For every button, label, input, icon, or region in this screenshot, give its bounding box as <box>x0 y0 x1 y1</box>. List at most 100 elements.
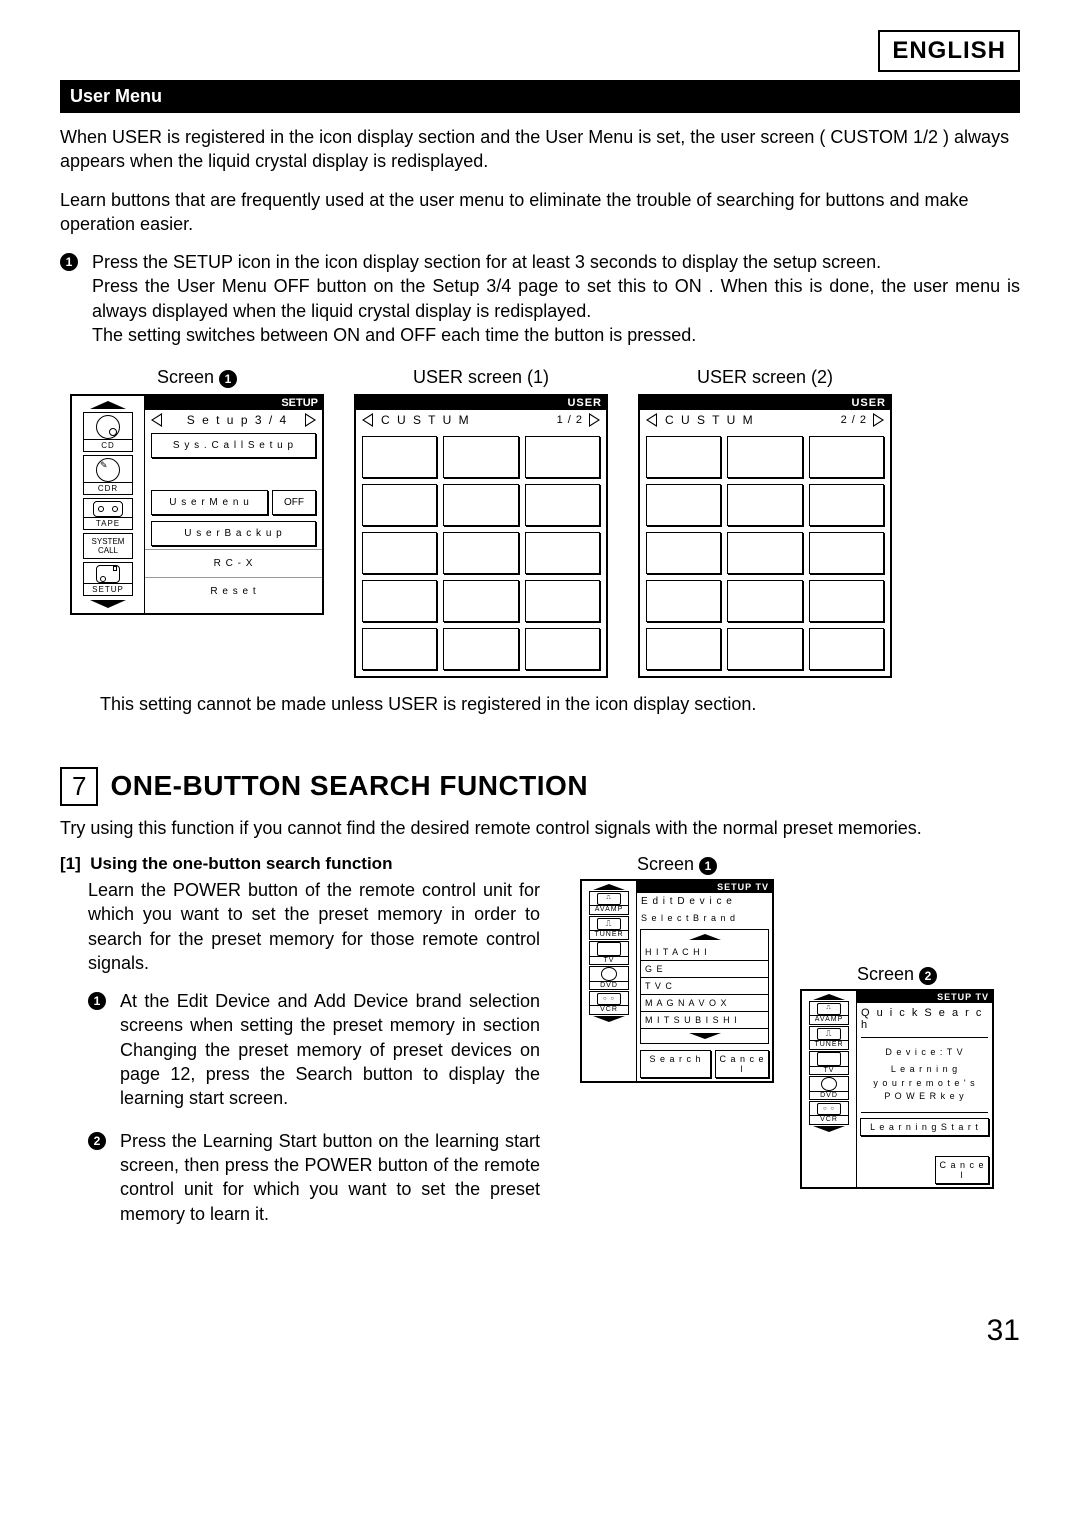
brand-row[interactable]: G E <box>641 961 768 978</box>
section-7-number: 7 <box>60 767 98 806</box>
btn-user-backup[interactable]: U s e r B a c k u p <box>151 521 316 546</box>
edit-device-subtitle: S e l e c t B r a n d <box>637 910 772 926</box>
user-cell[interactable] <box>525 628 600 670</box>
user-cell[interactable] <box>727 580 802 622</box>
scroll-up-icon[interactable] <box>813 994 845 1000</box>
sidebar-item-tuner[interactable]: ⎍TUNER <box>809 1026 849 1050</box>
sidebar-item-tuner[interactable]: ⎍TUNER <box>589 916 629 940</box>
nav-left-icon[interactable] <box>362 413 373 427</box>
user-cell[interactable] <box>727 532 802 574</box>
nav-left-icon[interactable] <box>646 413 657 427</box>
screen1-label: Screen 1 <box>157 367 237 388</box>
scroll-down-icon[interactable] <box>813 1126 845 1132</box>
sidebar-item-tv[interactable]: TV <box>589 941 629 965</box>
sidebar-item-dvd[interactable]: DVD <box>809 1076 849 1100</box>
user-cell[interactable] <box>362 532 437 574</box>
nav-right-icon[interactable] <box>589 413 600 427</box>
row-rcx: R C - X <box>145 549 322 577</box>
sidebar-item-vcr[interactable]: ○ ○VCR <box>589 991 629 1015</box>
user-cell[interactable] <box>362 628 437 670</box>
brand-list: H I T A C H I G E T V C M A G N A V O X … <box>640 929 769 1044</box>
user-cell[interactable] <box>646 580 721 622</box>
user-cell[interactable] <box>362 580 437 622</box>
setup-sidebar: CD ✎ CDR TAPE SYSTEM CALL <box>72 396 145 613</box>
user-cell[interactable] <box>525 580 600 622</box>
sidebar-item-dvd[interactable]: DVD <box>589 966 629 990</box>
btn-cancel[interactable]: C a n c e l <box>715 1050 769 1078</box>
btn-search[interactable]: S e a r c h <box>640 1050 711 1078</box>
lcd-user-2: USER C U S T U M 2 / 2 <box>638 394 892 678</box>
user-cell[interactable] <box>525 436 600 478</box>
user-cell[interactable] <box>809 580 884 622</box>
user-cell[interactable] <box>362 436 437 478</box>
edit-device-header: SETUP TV <box>637 881 772 893</box>
nav-right-icon[interactable] <box>305 413 316 427</box>
btn-user-menu[interactable]: U s e r M e n u <box>151 490 268 515</box>
user-cell[interactable] <box>525 532 600 574</box>
user-cell[interactable] <box>646 628 721 670</box>
user1-page: 1 / 2 <box>557 414 583 426</box>
user-cell[interactable] <box>443 484 518 526</box>
brand-scroll-down-icon[interactable] <box>689 1033 721 1039</box>
edit-device-title: E d i t D e v i c e <box>637 893 772 910</box>
user-cell[interactable] <box>809 484 884 526</box>
user-cell[interactable] <box>727 436 802 478</box>
user-cell[interactable] <box>443 532 518 574</box>
sidebar-item-setup[interactable]: SETUP <box>83 562 133 596</box>
lcd-edit-device: ⎍AVAMP ⎍TUNER TV DVD ○ ○VCR SETUP TV E d… <box>580 879 774 1083</box>
user-cell[interactable] <box>443 436 518 478</box>
sidebar-item-vcr[interactable]: ○ ○VCR <box>809 1101 849 1125</box>
language-tag: ENGLISH <box>878 30 1020 72</box>
nav-left-icon[interactable] <box>151 413 162 427</box>
brand-row[interactable]: M I T S U B I S H I <box>641 1012 768 1029</box>
sidebar-item-tape[interactable]: TAPE <box>83 498 133 530</box>
sidebar-item-system-call[interactable]: SYSTEM CALL <box>83 533 133 559</box>
user-cell[interactable] <box>727 484 802 526</box>
sub-1-heading: [1] Using the one-button search function <box>60 854 540 874</box>
page-number: 31 <box>60 1314 1020 1348</box>
qs-learn-line2: y o u r r e m o t e ' s <box>861 1077 988 1091</box>
user1-header: USER <box>356 396 606 410</box>
btn-learning-start[interactable]: L e a r n i n g S t a r t <box>860 1118 989 1136</box>
brand-row[interactable]: M A G N A V O X <box>641 995 768 1012</box>
brand-scroll-up-icon[interactable] <box>689 934 721 940</box>
nav-right-icon[interactable] <box>873 413 884 427</box>
sidebar-item-avamp[interactable]: ⎍AVAMP <box>589 891 629 915</box>
user-cell[interactable] <box>362 484 437 526</box>
sidebar-item-cdr[interactable]: ✎ CDR <box>83 455 133 495</box>
lcd-user-1: USER C U S T U M 1 / 2 <box>354 394 608 678</box>
user-cell[interactable] <box>443 580 518 622</box>
sidebar-item-avamp[interactable]: ⎍AVAMP <box>809 1001 849 1025</box>
user-cell[interactable] <box>646 436 721 478</box>
brand-row[interactable]: T V C <box>641 978 768 995</box>
user-cell[interactable] <box>809 436 884 478</box>
user-cell[interactable] <box>646 532 721 574</box>
btn-user-menu-off[interactable]: OFF <box>272 490 316 515</box>
user-cell[interactable] <box>809 628 884 670</box>
step1-line2: Press the User Menu OFF button on the Se… <box>92 274 1020 323</box>
step-bullet-1: 1 <box>60 250 80 347</box>
user-cell[interactable] <box>809 532 884 574</box>
brand-row[interactable]: H I T A C H I <box>641 944 768 961</box>
intro-paragraph-2: Learn buttons that are frequently used a… <box>60 188 1020 237</box>
scroll-down-icon[interactable] <box>593 1016 625 1022</box>
scroll-up-icon[interactable] <box>593 884 625 890</box>
user-cell[interactable] <box>443 628 518 670</box>
scroll-down-icon[interactable] <box>90 600 126 608</box>
sidebar-item-cd[interactable]: CD <box>83 412 133 452</box>
quick-search-header: SETUP TV <box>857 991 992 1003</box>
btn-syscall-setup[interactable]: S y s . C a l l S e t u p <box>151 433 316 458</box>
sec7-bullet-2: Press the Learning Start button on the l… <box>120 1129 540 1226</box>
sidebar-item-tv[interactable]: TV <box>809 1051 849 1075</box>
edit-device-sidebar: ⎍AVAMP ⎍TUNER TV DVD ○ ○VCR <box>582 881 637 1081</box>
btn-cancel[interactable]: C a n c e l <box>935 1156 989 1184</box>
quick-search-title: Q u i c k S e a r c h <box>857 1003 992 1035</box>
note-after-screens: This setting cannot be made unless USER … <box>100 692 1020 716</box>
s7-screen2-label: Screen 2 <box>800 964 994 985</box>
user-cell[interactable] <box>727 628 802 670</box>
step1-line1: Press the SETUP icon in the icon display… <box>92 250 1020 274</box>
scroll-up-icon[interactable] <box>90 401 126 409</box>
user-cell[interactable] <box>525 484 600 526</box>
user2-header: USER <box>640 396 890 410</box>
user-cell[interactable] <box>646 484 721 526</box>
